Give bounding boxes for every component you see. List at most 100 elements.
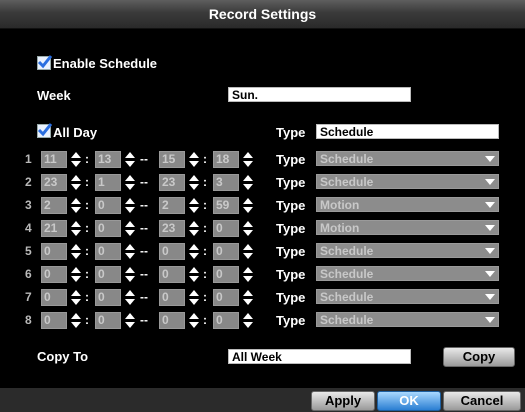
enable-schedule-checkbox[interactable] <box>37 55 53 70</box>
spinner-arrows-icon[interactable] <box>188 289 200 306</box>
row-type-select[interactable]: Schedule <box>316 243 499 258</box>
end-minute-field[interactable]: 3 <box>213 174 239 191</box>
row-type-select[interactable]: Schedule <box>316 289 499 304</box>
row-type-value: Schedule <box>320 244 374 258</box>
end-hour-field[interactable]: 0 <box>159 289 185 306</box>
end-minute-field[interactable]: 0 <box>213 289 239 306</box>
row-type-label: Type <box>276 244 306 259</box>
end-minute-field[interactable]: 0 <box>213 312 239 329</box>
spinner-arrows-icon[interactable] <box>70 220 82 237</box>
spinner-arrows-icon[interactable] <box>242 243 254 260</box>
start-hour-field[interactable]: 11 <box>41 151 67 168</box>
spinner-arrows-icon[interactable] <box>242 220 254 237</box>
end-minute-field[interactable]: 59 <box>213 197 239 214</box>
spinner-arrows-icon[interactable] <box>124 289 136 306</box>
end-minute-field[interactable]: 0 <box>213 243 239 260</box>
start-minute-field[interactable]: 0 <box>95 289 121 306</box>
time-separator: : <box>203 198 207 212</box>
spinner-arrows-icon[interactable] <box>124 312 136 329</box>
spinner-arrows-icon[interactable] <box>242 289 254 306</box>
end-hour-field[interactable]: 23 <box>159 220 185 237</box>
spinner-arrows-icon[interactable] <box>70 243 82 260</box>
chevron-down-icon <box>485 129 495 135</box>
spinner-arrows-icon[interactable] <box>188 243 200 260</box>
start-hour-field[interactable]: 0 <box>41 312 67 329</box>
range-dash: -- <box>140 198 148 212</box>
row-type-value: Motion <box>320 221 360 235</box>
end-minute-field[interactable]: 0 <box>213 220 239 237</box>
row-type-label: Type <box>276 175 306 190</box>
row-type-label: Type <box>276 290 306 305</box>
end-hour-field[interactable]: 2 <box>159 197 185 214</box>
spinner-arrows-icon[interactable] <box>124 151 136 168</box>
end-minute-field[interactable]: 18 <box>213 151 239 168</box>
row-type-select[interactable]: Motion <box>316 220 499 235</box>
row-type-select[interactable]: Schedule <box>316 312 499 327</box>
start-minute-field[interactable]: 0 <box>95 197 121 214</box>
spinner-arrows-icon[interactable] <box>70 312 82 329</box>
start-minute-field[interactable]: 0 <box>95 243 121 260</box>
row-type-label: Type <box>276 267 306 282</box>
end-hour-field[interactable]: 0 <box>159 266 185 283</box>
row-type-select[interactable]: Schedule <box>316 174 499 189</box>
start-hour-field[interactable]: 0 <box>41 266 67 283</box>
end-hour-field[interactable]: 0 <box>159 312 185 329</box>
row-number: 6 <box>25 267 32 281</box>
range-dash: -- <box>140 290 148 304</box>
apply-button[interactable]: Apply <box>311 391 375 411</box>
spinner-arrows-icon[interactable] <box>188 312 200 329</box>
spinner-arrows-icon[interactable] <box>188 266 200 283</box>
spinner-arrows-icon[interactable] <box>242 151 254 168</box>
time-separator: : <box>85 152 89 166</box>
spinner-arrows-icon[interactable] <box>242 174 254 191</box>
row-number: 2 <box>25 175 32 189</box>
spinner-arrows-icon[interactable] <box>188 174 200 191</box>
copy-to-select[interactable]: All Week <box>228 349 411 364</box>
spinner-arrows-icon[interactable] <box>124 266 136 283</box>
start-hour-field[interactable]: 0 <box>41 243 67 260</box>
spinner-arrows-icon[interactable] <box>188 197 200 214</box>
end-hour-field[interactable]: 23 <box>159 174 185 191</box>
end-hour-field[interactable]: 0 <box>159 243 185 260</box>
spinner-arrows-icon[interactable] <box>70 197 82 214</box>
spinner-arrows-icon[interactable] <box>70 266 82 283</box>
spinner-arrows-icon[interactable] <box>124 174 136 191</box>
spinner-arrows-icon[interactable] <box>70 174 82 191</box>
end-minute-field[interactable]: 0 <box>213 266 239 283</box>
spinner-arrows-icon[interactable] <box>70 151 82 168</box>
copy-to-value: All Week <box>232 350 282 364</box>
start-minute-field[interactable]: 0 <box>95 266 121 283</box>
week-select[interactable]: Sun. <box>228 87 411 102</box>
copy-button[interactable]: Copy <box>443 347 515 367</box>
time-separator: : <box>85 313 89 327</box>
week-value: Sun. <box>232 88 258 102</box>
row-type-select[interactable]: Schedule <box>316 151 499 166</box>
start-minute-field[interactable]: 0 <box>95 220 121 237</box>
main-type-select[interactable]: Schedule <box>316 124 499 139</box>
spinner-arrows-icon[interactable] <box>124 243 136 260</box>
all-day-checkbox[interactable] <box>37 123 53 138</box>
spinner-arrows-icon[interactable] <box>124 197 136 214</box>
spinner-arrows-icon[interactable] <box>70 289 82 306</box>
spinner-arrows-icon[interactable] <box>242 197 254 214</box>
spinner-arrows-icon[interactable] <box>188 151 200 168</box>
start-minute-field[interactable]: 13 <box>95 151 121 168</box>
range-dash: -- <box>140 175 148 189</box>
start-hour-field[interactable]: 0 <box>41 289 67 306</box>
row-type-select[interactable]: Motion <box>316 197 499 212</box>
spinner-arrows-icon[interactable] <box>124 220 136 237</box>
spinner-arrows-icon[interactable] <box>242 312 254 329</box>
start-minute-field[interactable]: 1 <box>95 174 121 191</box>
spinner-arrows-icon[interactable] <box>242 266 254 283</box>
start-minute-field[interactable]: 0 <box>95 312 121 329</box>
end-hour-field[interactable]: 15 <box>159 151 185 168</box>
time-separator: : <box>85 221 89 235</box>
ok-button[interactable]: OK <box>377 391 441 411</box>
row-type-select[interactable]: Schedule <box>316 266 499 281</box>
start-hour-field[interactable]: 21 <box>41 220 67 237</box>
cancel-button[interactable]: Cancel <box>443 391 521 411</box>
start-hour-field[interactable]: 2 <box>41 197 67 214</box>
start-hour-field[interactable]: 23 <box>41 174 67 191</box>
spinner-arrows-icon[interactable] <box>188 220 200 237</box>
chevron-down-icon <box>485 248 495 254</box>
